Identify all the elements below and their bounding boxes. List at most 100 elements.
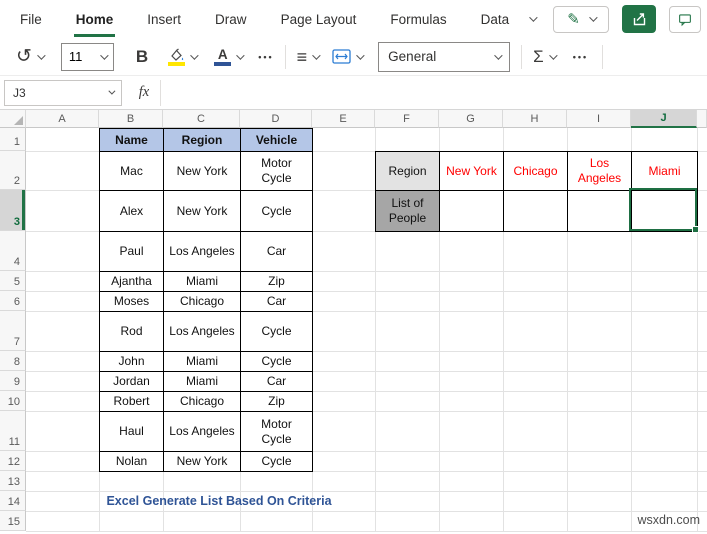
autosum-button[interactable]: Σ [533, 48, 558, 65]
cell-D11[interactable]: Motor Cycle [240, 411, 313, 452]
cell-D10[interactable]: Zip [240, 391, 313, 412]
cell-B3[interactable]: Alex [99, 190, 164, 232]
row-header-15[interactable]: 15 [0, 511, 26, 531]
cell-F2[interactable]: Region [375, 151, 440, 191]
fill-handle[interactable] [692, 226, 699, 233]
row-header-12[interactable]: 12 [0, 451, 26, 471]
cell-C8[interactable]: Miami [163, 351, 241, 372]
share-icon [633, 12, 645, 25]
select-all-button[interactable] [0, 110, 26, 128]
caption-cell-B14[interactable]: Excel Generate List Based On Criteria [99, 491, 339, 511]
row-header-1[interactable]: 1 [0, 128, 26, 151]
row-header-4[interactable]: 4 [0, 231, 26, 271]
bold-button[interactable]: B [136, 48, 148, 65]
cell-B11[interactable]: Haul [99, 411, 164, 452]
cell-I3[interactable] [567, 190, 632, 232]
cell-C12[interactable]: New York [163, 451, 241, 472]
name-box[interactable]: J3 [4, 79, 122, 106]
cell-D5[interactable]: Zip [240, 271, 313, 292]
row-header-3[interactable]: 3 [0, 190, 26, 231]
column-header-F[interactable]: F [375, 110, 439, 128]
tab-insert[interactable]: Insert [145, 2, 183, 37]
font-color-button[interactable]: A [214, 47, 245, 66]
cell-B12[interactable]: Nolan [99, 451, 164, 472]
column-header-A[interactable]: A [26, 110, 99, 128]
tab-data[interactable]: Data [479, 2, 512, 37]
cell-D12[interactable]: Cycle [240, 451, 313, 472]
cell-D9[interactable]: Car [240, 371, 313, 392]
cell-C3[interactable]: New York [163, 190, 241, 232]
cell-C6[interactable]: Chicago [163, 291, 241, 312]
cell-B8[interactable]: John [99, 351, 164, 372]
cell-C1[interactable]: Region [163, 128, 241, 152]
ribbon-overflow-chevron-icon[interactable] [529, 13, 538, 22]
tab-formulas[interactable]: Formulas [388, 2, 448, 37]
tab-draw[interactable]: Draw [213, 2, 249, 37]
column-header-J[interactable]: J [631, 110, 697, 128]
alignment-button[interactable]: ≡ [297, 48, 321, 66]
comments-button[interactable] [669, 5, 701, 33]
editing-mode-button[interactable]: ✎ [553, 5, 609, 33]
row-header-8[interactable]: 8 [0, 351, 26, 371]
cell-C11[interactable]: Los Angeles [163, 411, 241, 452]
tab-home[interactable]: Home [73, 2, 116, 37]
merge-cells-button[interactable] [332, 49, 365, 64]
column-header-I[interactable]: I [567, 110, 631, 128]
undo-button[interactable]: ↺ [16, 47, 46, 66]
watermark-text: wsxdn.com [637, 513, 700, 527]
more-toolbar-options-button[interactable]: ••• [573, 52, 588, 62]
row-header-6[interactable]: 6 [0, 291, 26, 311]
cell-B7[interactable]: Rod [99, 311, 164, 352]
row-header-11[interactable]: 11 [0, 411, 26, 451]
cell-B10[interactable]: Robert [99, 391, 164, 412]
column-header-B[interactable]: B [99, 110, 163, 128]
cell-C5[interactable]: Miami [163, 271, 241, 292]
insert-function-button[interactable]: fx [128, 80, 160, 106]
row-header-7[interactable]: 7 [0, 311, 26, 351]
cell-D6[interactable]: Car [240, 291, 313, 312]
more-font-options-button[interactable]: ••• [258, 52, 273, 62]
cell-F3[interactable]: List of People [375, 190, 440, 232]
fill-color-button[interactable] [168, 48, 199, 66]
cell-B1[interactable]: Name [99, 128, 164, 152]
row-header-10[interactable]: 10 [0, 391, 26, 411]
cell-C10[interactable]: Chicago [163, 391, 241, 412]
cell-C7[interactable]: Los Angeles [163, 311, 241, 352]
cell-D2[interactable]: Motor Cycle [240, 151, 313, 191]
cell-B9[interactable]: Jordan [99, 371, 164, 392]
cell-B6[interactable]: Moses [99, 291, 164, 312]
cell-G2[interactable]: New York [439, 151, 504, 191]
row-header-5[interactable]: 5 [0, 271, 26, 291]
cell-B5[interactable]: Ajantha [99, 271, 164, 292]
row-header-2[interactable]: 2 [0, 151, 26, 190]
number-format-dropdown[interactable]: General [378, 41, 511, 72]
cell-I2[interactable]: Los Angeles [567, 151, 632, 191]
formula-input[interactable] [160, 79, 707, 106]
row-header-14[interactable]: 14 [0, 491, 26, 511]
cell-J2[interactable]: Miami [631, 151, 698, 191]
cell-H3[interactable] [503, 190, 568, 232]
tab-page-layout[interactable]: Page Layout [279, 2, 359, 37]
row-header-13[interactable]: 13 [0, 471, 26, 491]
column-header-C[interactable]: C [163, 110, 240, 128]
cell-G3[interactable] [439, 190, 504, 232]
cell-D4[interactable]: Car [240, 231, 313, 272]
cell-H2[interactable]: Chicago [503, 151, 568, 191]
cell-B4[interactable]: Paul [99, 231, 164, 272]
cell-C9[interactable]: Miami [163, 371, 241, 392]
column-header-D[interactable]: D [240, 110, 312, 128]
cell-B2[interactable]: Mac [99, 151, 164, 191]
cell-D3[interactable]: Cycle [240, 190, 313, 232]
column-header-E[interactable]: E [312, 110, 375, 128]
cell-D1[interactable]: Vehicle [240, 128, 313, 152]
row-header-9[interactable]: 9 [0, 371, 26, 391]
cell-C2[interactable]: New York [163, 151, 241, 191]
share-button[interactable] [622, 5, 656, 33]
cell-D7[interactable]: Cycle [240, 311, 313, 352]
cell-C4[interactable]: Los Angeles [163, 231, 241, 272]
tab-file[interactable]: File [18, 2, 44, 37]
cell-D8[interactable]: Cycle [240, 351, 313, 372]
column-header-H[interactable]: H [503, 110, 567, 128]
font-size-dropdown[interactable]: 11 [60, 42, 114, 71]
column-header-G[interactable]: G [439, 110, 503, 128]
